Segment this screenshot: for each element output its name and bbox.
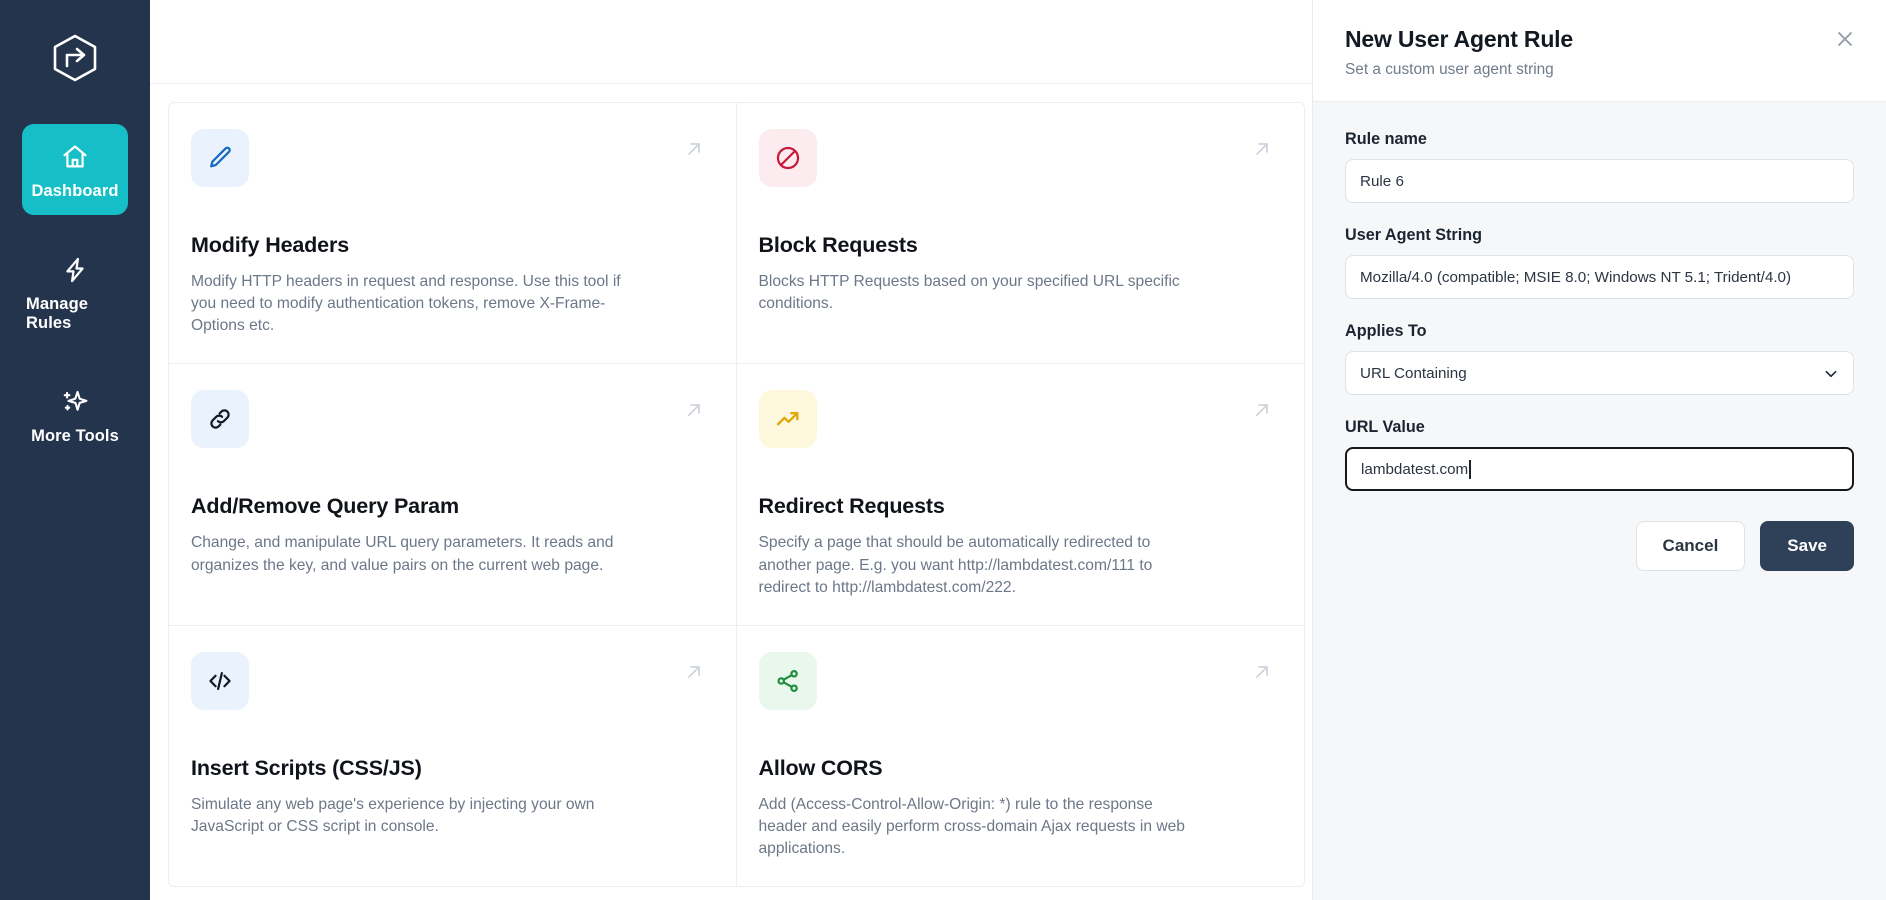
card-title: Modify Headers bbox=[191, 233, 349, 257]
card-description: Modify HTTP headers in request and respo… bbox=[191, 273, 621, 335]
block-icon bbox=[758, 129, 817, 187]
arrow-up-right-icon bbox=[682, 137, 706, 166]
sidebar-item-label: More Tools bbox=[31, 427, 119, 445]
arrow-up-right-icon bbox=[1250, 398, 1274, 427]
pencil-icon bbox=[191, 129, 249, 187]
tool-card-block-requests[interactable]: Block Requests Blocks HTTP Requests base… bbox=[736, 103, 1304, 365]
sidebar-item-label: Manage Rules bbox=[26, 295, 89, 332]
close-icon[interactable] bbox=[1834, 28, 1856, 55]
card-description: Add (Access-Control-Allow-Origin: *) rul… bbox=[758, 795, 1185, 858]
app-root: Dashboard Manage Rules More Tools Modify… bbox=[0, 0, 1886, 900]
url-value-text: lambdatest.com bbox=[1361, 460, 1469, 478]
card-title: Insert Scripts (CSS/JS) bbox=[191, 755, 422, 780]
user-agent-string-input[interactable] bbox=[1345, 255, 1854, 299]
field-label: Applies To bbox=[1345, 322, 1427, 340]
field-label: User Agent String bbox=[1345, 226, 1483, 244]
cancel-button[interactable]: Cancel bbox=[1635, 521, 1746, 571]
sparkle-icon bbox=[61, 385, 89, 419]
field-label: URL Value bbox=[1345, 418, 1425, 436]
card-title: Redirect Requests bbox=[758, 494, 945, 519]
panel-subtitle: Set a custom user agent string bbox=[1345, 61, 1554, 78]
tool-card-insert-scripts[interactable]: Insert Scripts (CSS/JS) Simulate any web… bbox=[169, 625, 737, 887]
card-description: Blocks HTTP Requests based on your speci… bbox=[758, 273, 1180, 313]
tool-card-allow-cors[interactable]: Allow CORS Add (Access-Control-Allow-Ori… bbox=[737, 626, 1305, 886]
applies-to-select-wrapper: URL Containing bbox=[1345, 351, 1854, 395]
link-icon bbox=[191, 390, 249, 449]
tool-card-modify-headers[interactable]: Modify Headers Modify HTTP headers in re… bbox=[169, 103, 737, 365]
tool-card-redirect-requests[interactable]: Redirect Requests Specify a page that sh… bbox=[736, 364, 1304, 626]
field-rule-name: Rule name bbox=[1345, 130, 1854, 203]
trending-up-icon bbox=[758, 390, 817, 449]
tool-card-add-remove-query-param[interactable]: Add/Remove Query Param Change, and manip… bbox=[169, 364, 737, 626]
sidebar-item-manage-rules[interactable]: Manage Rules bbox=[22, 237, 128, 347]
app-logo-icon[interactable] bbox=[43, 26, 107, 90]
card-title: Allow CORS bbox=[758, 755, 883, 780]
panel-title: New User Agent Rule bbox=[1345, 26, 1573, 52]
arrow-up-right-icon bbox=[1250, 137, 1274, 166]
bolt-icon bbox=[61, 253, 89, 287]
card-title: Add/Remove Query Param bbox=[191, 494, 459, 519]
rule-name-input[interactable] bbox=[1345, 159, 1854, 203]
card-description: Simulate any web page's experience by in… bbox=[191, 795, 595, 835]
arrow-up-right-icon bbox=[1250, 660, 1274, 689]
card-description: Change, and manipulate URL query paramet… bbox=[191, 534, 614, 574]
main-region: Modify Headers Modify HTTP headers in re… bbox=[150, 0, 1886, 900]
panel-actions: Cancel Save bbox=[1345, 521, 1854, 571]
url-value-input[interactable]: lambdatest.com bbox=[1345, 447, 1854, 491]
panel-body: Rule name User Agent String Applies To U… bbox=[1313, 102, 1886, 571]
applies-to-select[interactable]: URL Containing bbox=[1345, 351, 1854, 395]
save-button[interactable]: Save bbox=[1760, 521, 1854, 571]
sidebar-item-more-tools[interactable]: More Tools bbox=[22, 369, 128, 460]
sidebar-item-dashboard[interactable]: Dashboard bbox=[22, 124, 128, 215]
panel-header: New User Agent Rule Set a custom user ag… bbox=[1313, 0, 1886, 102]
sidebar-item-label: Dashboard bbox=[31, 182, 119, 200]
card-description: Specify a page that should be automatica… bbox=[758, 534, 1153, 596]
sidebar: Dashboard Manage Rules More Tools bbox=[0, 0, 150, 900]
arrow-up-right-icon bbox=[682, 398, 706, 427]
arrow-up-right-icon bbox=[682, 660, 706, 689]
home-icon bbox=[61, 140, 89, 174]
card-title: Block Requests bbox=[758, 233, 918, 257]
share-nodes-icon bbox=[758, 651, 817, 710]
field-url-value: URL Value lambdatest.com bbox=[1345, 418, 1854, 491]
text-caret bbox=[1469, 459, 1471, 479]
new-rule-panel: New User Agent Rule Set a custom user ag… bbox=[1312, 0, 1886, 900]
field-user-agent-string: User Agent String bbox=[1345, 226, 1854, 299]
field-applies-to: Applies To URL Containing bbox=[1345, 322, 1854, 395]
field-label: Rule name bbox=[1345, 130, 1427, 148]
code-icon bbox=[191, 651, 249, 710]
tool-card-grid: Modify Headers Modify HTTP headers in re… bbox=[168, 102, 1305, 888]
